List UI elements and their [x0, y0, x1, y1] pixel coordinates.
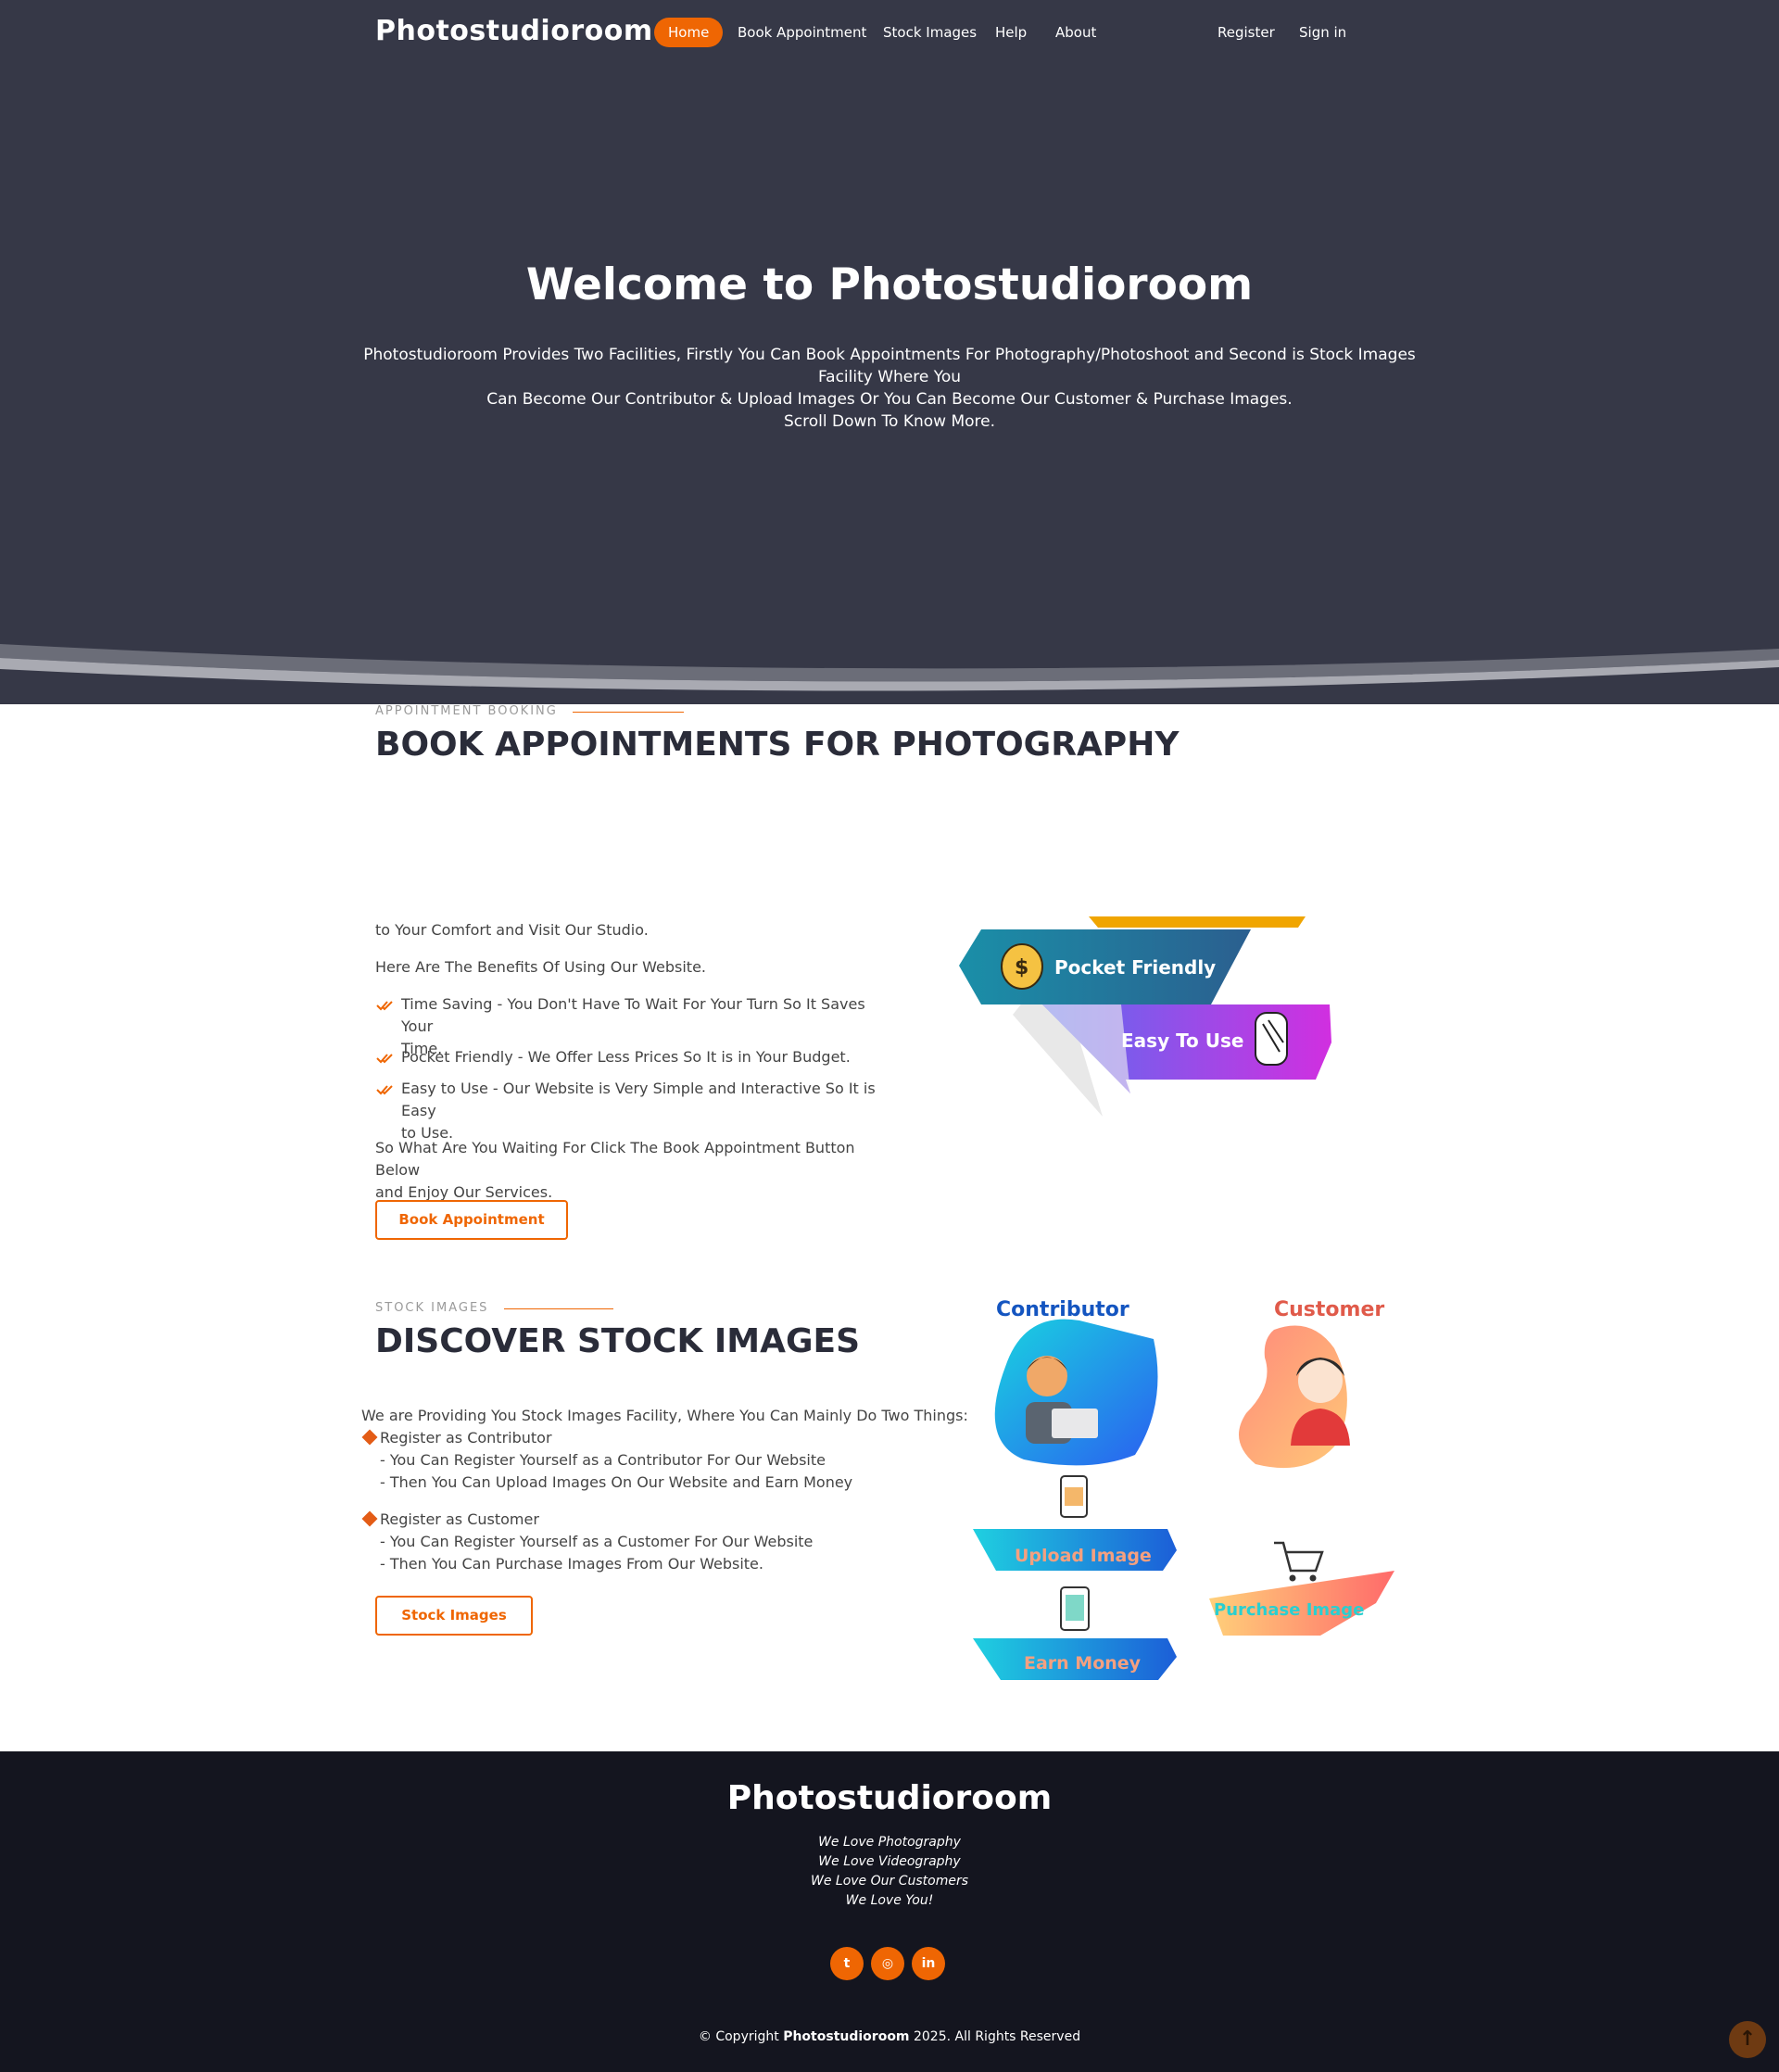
instagram-icon[interactable]: ◎ — [871, 1947, 904, 1980]
diamond-bullet-icon — [361, 1510, 378, 1527]
double-check-icon — [376, 1054, 393, 1064]
nav-register[interactable]: Register — [1218, 18, 1275, 47]
benefit-item: Easy to Use - Our Website is Very Simple… — [401, 1078, 878, 1144]
stock-images-button[interactable]: Stock Images — [375, 1596, 533, 1636]
contributor-heading: Register as Contributor — [380, 1429, 552, 1447]
shopping-cart-icon — [1274, 1541, 1324, 1582]
footer: Photostudioroom We Love Photography We L… — [0, 1751, 1779, 2072]
book-appointment-button[interactable]: Book Appointment — [375, 1200, 568, 1240]
nav-help[interactable]: Help — [995, 18, 1027, 47]
hero-title: Welcome to Photostudioroom — [525, 259, 1254, 310]
upload-image-label: Upload Image — [1015, 1546, 1152, 1566]
hero-wave-divider — [0, 639, 1779, 691]
hero-desc-line: Photostudioroom Provides Two Facilities,… — [363, 346, 1416, 386]
contributor-blob — [994, 1319, 1158, 1466]
svg-text:$: $ — [1015, 956, 1028, 979]
outro-line: So What Are You Waiting For Click The Bo… — [375, 1139, 855, 1179]
twitter-icon[interactable]: t — [830, 1947, 864, 1980]
appointment-benefits-graphic: $ Pocket Friendly Easy To Use — [959, 916, 1331, 1117]
money-bag-icon: $ — [1001, 943, 1043, 990]
benefit-text: Pocket Friendly - We Offer Less Prices S… — [401, 1048, 851, 1066]
hero-description: Photostudioroom Provides Two Facilities,… — [352, 344, 1427, 433]
contributor-line: - Then You Can Upload Images On Our Webs… — [380, 1473, 853, 1491]
copyright-suffix: 2025. All Rights Reserved — [913, 2029, 1081, 2044]
earn-money-label: Earn Money — [1024, 1653, 1142, 1674]
nav-home[interactable]: Home — [654, 18, 724, 47]
footer-tagline: We Love Photography — [818, 1835, 961, 1850]
back-to-top-button[interactable]: ↑ — [1729, 2021, 1766, 2058]
purchase-image-label: Purchase Image — [1214, 1600, 1364, 1620]
site-logo[interactable]: Photostudioroom — [375, 15, 653, 47]
section-label-line — [573, 712, 684, 713]
copyright: © Copyright Photostudioroom 2025. All Ri… — [0, 2029, 1779, 2044]
stock-section-title: DISCOVER STOCK IMAGES — [375, 1322, 861, 1360]
snap-hand-icon — [1255, 1012, 1288, 1066]
double-check-icon — [376, 1085, 393, 1095]
stock-intro: We are Providing You Stock Images Facili… — [361, 1407, 968, 1424]
copyright-brand: Photostudioroom — [783, 2029, 910, 2044]
appointment-intro: to Your Comfort and Visit Our Studio. — [375, 921, 649, 939]
contributor-line: - You Can Register Yourself as a Contrib… — [380, 1451, 826, 1469]
nav-sign-in[interactable]: Sign in — [1299, 18, 1346, 47]
hero-desc-line: Can Become Our Contributor & Upload Imag… — [486, 390, 1293, 409]
appointment-section-title: BOOK APPOINTMENTS FOR PHOTOGRAPHY — [375, 726, 1180, 764]
nav-about[interactable]: About — [1055, 18, 1096, 47]
nav-book-appointment[interactable]: Book Appointment — [738, 18, 866, 47]
stock-images-graphic: Contributor Customer Upload Image Earn M… — [973, 1298, 1394, 1680]
benefits-intro: Here Are The Benefits Of Using Our Websi… — [375, 958, 707, 976]
hero-desc-line: Scroll Down To Know More. — [783, 412, 996, 431]
stock-section-label: STOCK IMAGES — [375, 1301, 489, 1315]
upload-phone-icon — [1060, 1475, 1088, 1518]
customer-graphic-label: Customer — [1274, 1298, 1384, 1321]
customer-line: - Then You Can Purchase Images From Our … — [380, 1555, 763, 1573]
section-label-line — [504, 1308, 613, 1309]
earn-money-phone-icon — [1060, 1586, 1090, 1631]
hero-section: Photostudioroom Home Book Appointment St… — [0, 0, 1779, 704]
appointment-outro: So What Are You Waiting For Click The Bo… — [375, 1137, 894, 1204]
customer-heading: Register as Customer — [380, 1510, 539, 1528]
benefit-text: Time Saving - You Don't Have To Wait For… — [401, 995, 865, 1035]
footer-tagline: We Love Videography — [818, 1854, 961, 1869]
footer-tagline: We Love You! — [845, 1893, 934, 1908]
diamond-bullet-icon — [361, 1429, 378, 1446]
pocket-friendly-tag: Pocket Friendly — [1054, 956, 1216, 979]
double-check-icon — [376, 1001, 393, 1011]
linkedin-icon[interactable]: in — [912, 1947, 945, 1980]
nav-stock-images[interactable]: Stock Images — [883, 18, 977, 47]
easy-to-use-tag: Easy To Use — [1121, 1030, 1243, 1052]
footer-tagline: We Love Our Customers — [810, 1874, 969, 1889]
appointment-section-label: APPOINTMENT BOOKING — [375, 704, 558, 718]
benefit-text: Easy to Use - Our Website is Very Simple… — [401, 1080, 876, 1119]
footer-logo: Photostudioroom — [726, 1779, 1053, 1817]
benefit-item: Pocket Friendly - We Offer Less Prices S… — [401, 1046, 878, 1068]
customer-line: - You Can Register Yourself as a Custome… — [380, 1533, 814, 1550]
contributor-graphic-label: Contributor — [996, 1298, 1129, 1321]
copyright-prefix: © Copyright — [698, 2029, 779, 2044]
